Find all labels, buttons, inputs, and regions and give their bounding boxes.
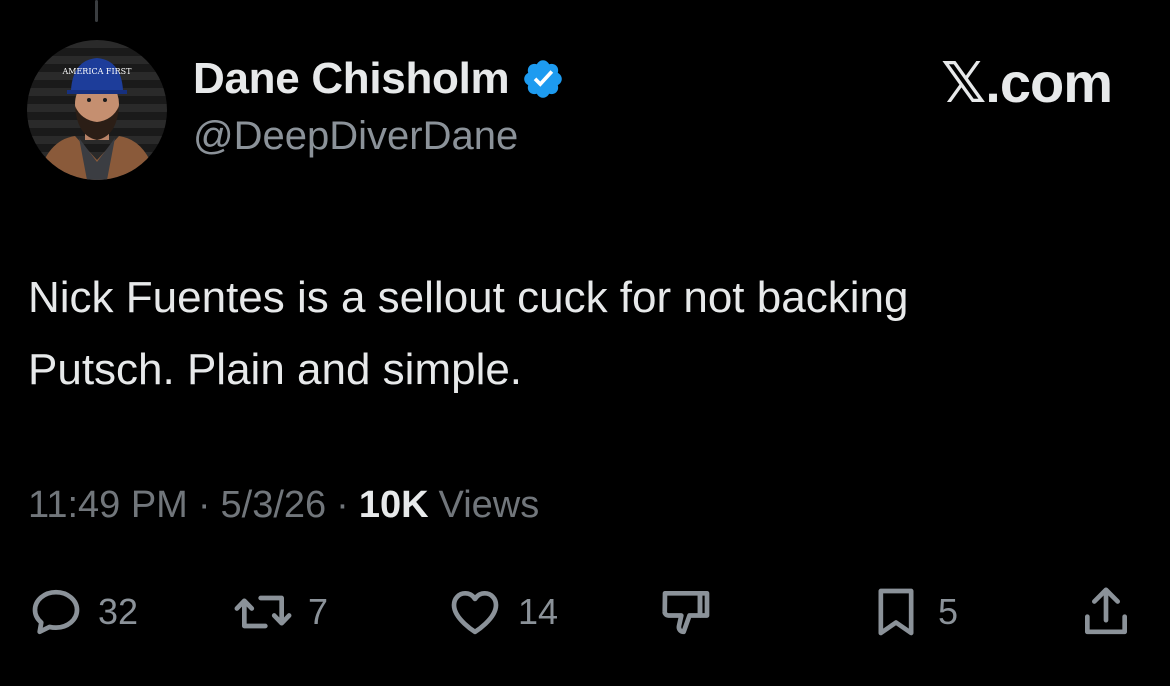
tweet-date[interactable]: 5/3/26 [221,484,327,527]
meta-separator: · [197,484,211,526]
like-button[interactable]: 14 [446,582,558,642]
like-count: 14 [518,591,559,632]
meta-separator: · [336,484,349,526]
thread-connector-line [95,0,98,22]
bookmark-count: 5 [938,591,959,632]
reply-icon [32,589,80,635]
tweet-meta: 11:49 PM · 5/3/26 · 10K Views [28,484,539,527]
reply-button[interactable]: 32 [28,582,138,642]
verified-badge-icon [521,57,565,101]
tweet-action-bar: 32 7 14 5 [0,582,1170,642]
share-button[interactable] [1078,582,1134,642]
avatar-image: AMERICA FIRST [27,40,167,180]
views-label: Views [438,484,540,526]
bookmark-icon [878,588,914,636]
dislike-icon [662,591,710,635]
author-handle[interactable]: @DeepDiverDane [193,114,518,159]
tweet-text: Nick Fuentes is a sellout cuck for not b… [28,273,909,394]
like-icon [451,591,499,635]
author-display-name[interactable]: Dane Chisholm [193,54,510,104]
share-icon [1085,587,1127,635]
repost-count: 7 [308,591,329,632]
x-brand-logo: 𝕏.com [941,51,1113,114]
repost-button[interactable]: 7 [232,582,328,642]
dislike-button[interactable] [656,582,716,642]
reply-count: 32 [98,591,139,632]
avatar[interactable]: AMERICA FIRST [27,40,167,180]
repost-icon [234,595,292,629]
bookmark-button[interactable]: 5 [868,582,958,642]
tweet-time[interactable]: 11:49 PM [28,484,188,527]
avatar-cap-text: AMERICA FIRST [62,67,133,76]
views-count: 10K [358,484,429,526]
author-name-row: Dane Chisholm [193,52,565,106]
